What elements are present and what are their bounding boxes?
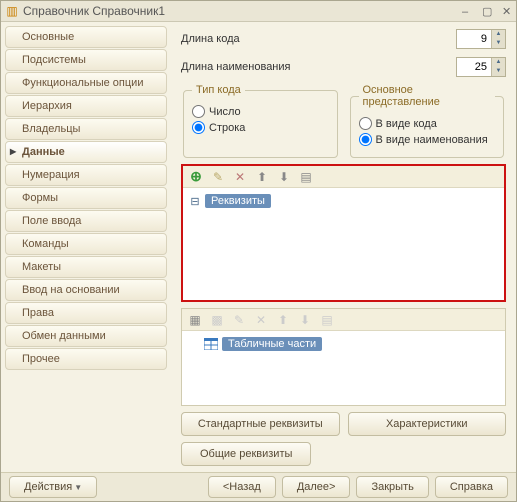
sidebar-item-commands[interactable]: Команды: [5, 233, 167, 255]
minimize-button[interactable]: –: [456, 4, 472, 18]
tables-toolbar: ▦ ▩ ✎ ✕ ⬆ ⬇ ▤: [182, 309, 505, 331]
sidebar-item-functional-options[interactable]: Функциональные опции: [5, 72, 167, 94]
chevron-down-icon: ▼: [74, 483, 82, 492]
close-button[interactable]: ✕: [496, 4, 512, 18]
sidebar-item-owners[interactable]: Владельцы: [5, 118, 167, 140]
delete-icon[interactable]: ✕: [231, 168, 249, 186]
tables-move-up-icon[interactable]: ⬆: [274, 311, 292, 329]
tree-collapse-icon[interactable]: ⊟: [189, 195, 201, 208]
sidebar-item-hierarchy[interactable]: Иерархия: [5, 95, 167, 117]
sidebar-item-data[interactable]: Данные: [5, 141, 167, 163]
standard-attributes-button[interactable]: Стандартные реквизиты: [181, 412, 340, 436]
code-type-fieldset: Тип кода Число Строка: [183, 84, 338, 158]
main-rep-legend: Основное представление: [359, 84, 496, 108]
sidebar-item-numbering[interactable]: Нумерация: [5, 164, 167, 186]
sidebar-item-rights[interactable]: Права: [5, 302, 167, 324]
main-representation-fieldset: Основное представление В виде кода В вид…: [350, 84, 505, 158]
main-rep-as-name-radio[interactable]: [359, 133, 372, 146]
titlebar: ▥ Справочник Справочник1 – ▢ ✕: [1, 1, 516, 22]
tables-add-table-icon[interactable]: ▦: [186, 311, 204, 329]
sidebar-item-other[interactable]: Прочее: [5, 348, 167, 370]
tables-tree[interactable]: Табличные части: [182, 331, 505, 405]
maximize-button[interactable]: ▢: [476, 4, 492, 18]
tables-move-down-icon[interactable]: ⬇: [296, 311, 314, 329]
window-title: Справочник Справочник1: [23, 4, 452, 18]
name-length-label: Длина наименования: [181, 61, 456, 73]
common-attributes-button[interactable]: Общие реквизиты: [181, 442, 311, 466]
code-type-legend: Тип кода: [192, 84, 245, 96]
attributes-root[interactable]: Реквизиты: [205, 194, 271, 208]
code-length-label: Длина кода: [181, 33, 456, 45]
back-button[interactable]: <Назад: [208, 476, 276, 498]
next-button[interactable]: Далее>: [282, 476, 351, 498]
tables-edit-icon[interactable]: ✎: [230, 311, 248, 329]
sidebar-item-input-field[interactable]: Поле ввода: [5, 210, 167, 232]
tables-delete-icon[interactable]: ✕: [252, 311, 270, 329]
attributes-tree[interactable]: ⊟ Реквизиты: [183, 188, 504, 300]
properties-icon[interactable]: ▤: [297, 168, 315, 186]
name-length-spinner[interactable]: ▲▼: [491, 58, 505, 76]
main-rep-as-code-label: В виде кода: [376, 118, 437, 130]
actions-button[interactable]: Действия▼: [9, 476, 97, 498]
attributes-panel: ⊕ ✎ ✕ ⬆ ⬇ ▤ ⊟ Реквизиты: [181, 164, 506, 302]
add-icon[interactable]: ⊕: [187, 168, 205, 186]
help-button[interactable]: Справка: [435, 476, 508, 498]
main-rep-as-name-label: В виде наименования: [376, 134, 488, 146]
sidebar-item-input-on-basis[interactable]: Ввод на основании: [5, 279, 167, 301]
sidebar-item-main[interactable]: Основные: [5, 26, 167, 48]
move-down-icon[interactable]: ⬇: [275, 168, 293, 186]
bottom-bar: Действия▼ <Назад Далее> Закрыть Справка: [1, 472, 516, 501]
titlebar-icon: ▥: [5, 4, 19, 18]
move-up-icon[interactable]: ⬆: [253, 168, 271, 186]
code-type-string-label: Строка: [209, 122, 245, 134]
table-icon: [204, 338, 218, 350]
attributes-toolbar: ⊕ ✎ ✕ ⬆ ⬇ ▤: [183, 166, 504, 188]
sidebar-item-templates[interactable]: Макеты: [5, 256, 167, 278]
sidebar-item-data-exchange[interactable]: Обмен данными: [5, 325, 167, 347]
code-type-string-radio[interactable]: [192, 121, 205, 134]
characteristics-button[interactable]: Характеристики: [348, 412, 507, 436]
tables-panel: ▦ ▩ ✎ ✕ ⬆ ⬇ ▤ Табличные части: [181, 308, 506, 406]
code-length-spinner[interactable]: ▲▼: [491, 30, 505, 48]
sidebar-item-subsystems[interactable]: Подсистемы: [5, 49, 167, 71]
tables-root[interactable]: Табличные части: [222, 337, 322, 351]
main-rep-as-code-radio[interactable]: [359, 117, 372, 130]
tables-properties-icon[interactable]: ▤: [318, 311, 336, 329]
sidebar: Основные Подсистемы Функциональные опции…: [1, 22, 171, 472]
edit-icon[interactable]: ✎: [209, 168, 227, 186]
main-panel: Длина кода ▲▼ Длина наименования ▲▼ Тип …: [171, 22, 516, 472]
code-type-number-radio[interactable]: [192, 105, 205, 118]
content: Основные Подсистемы Функциональные опции…: [1, 22, 516, 472]
close-window-button[interactable]: Закрыть: [356, 476, 428, 498]
window: ▥ Справочник Справочник1 – ▢ ✕ Основные …: [0, 0, 517, 502]
tables-add-col-icon[interactable]: ▩: [208, 311, 226, 329]
code-type-number-label: Число: [209, 106, 241, 118]
sidebar-item-forms[interactable]: Формы: [5, 187, 167, 209]
